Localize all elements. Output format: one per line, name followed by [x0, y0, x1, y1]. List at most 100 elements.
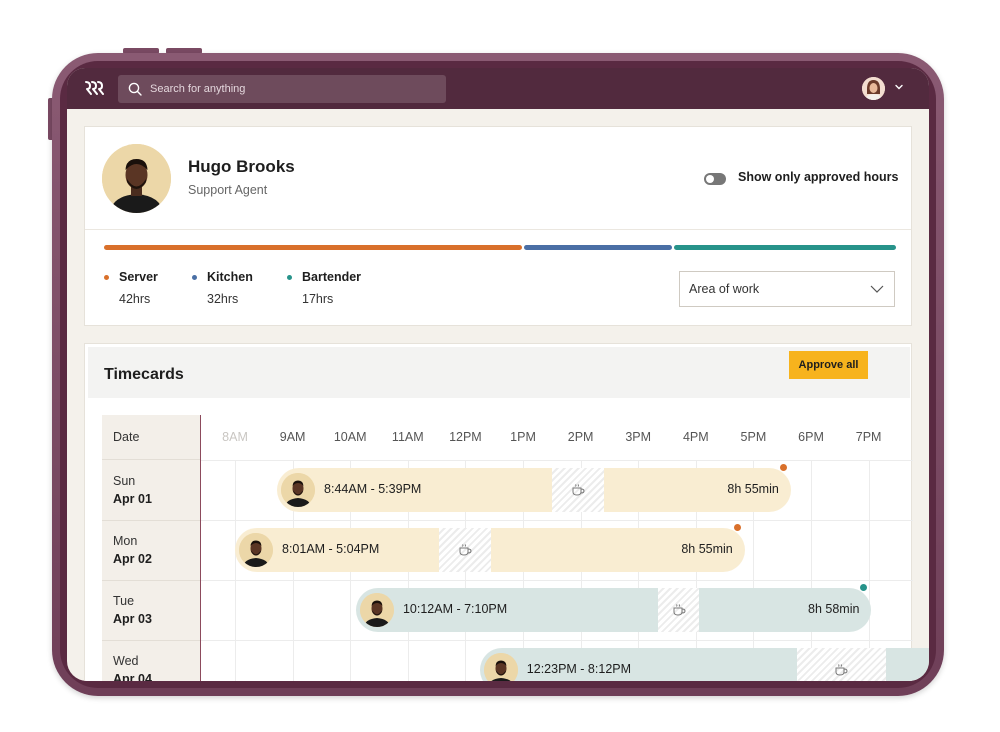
divider: [85, 229, 911, 230]
employee-photo: [483, 653, 518, 681]
hour-label: 2PM: [567, 430, 594, 444]
hour-label: 6PM: [798, 430, 824, 444]
date-row: Tue Apr 03: [102, 581, 200, 641]
top-bar: [67, 68, 929, 109]
coffee-cup-icon: [459, 544, 472, 556]
hour-label: 8AM: [222, 430, 248, 444]
timecard-shift[interactable]: 12:23PM - 8:12PM: [479, 648, 929, 681]
date-header-label: Date: [113, 430, 140, 444]
hour-label: 7PM: [855, 430, 882, 444]
shift-timeline: 8AM 9AM 10AM 11AM 12PM 1PM 2PM 3PM 4PM 5PM 6PM 7PM 8…: [201, 415, 929, 681]
date-row: Mon Apr 02: [102, 521, 200, 581]
legend-hours-bartender: 17hrs: [302, 292, 334, 306]
search-bar[interactable]: [118, 75, 446, 103]
shift-duration: 8h 55min: [727, 482, 779, 496]
date-row-date: Apr 03: [113, 612, 152, 626]
legend-label-kitchen: Kitchen: [207, 270, 253, 284]
brand-logo-icon[interactable]: [84, 80, 104, 96]
date-row-day: Wed: [113, 654, 139, 668]
approved-hours-toggle[interactable]: [704, 173, 726, 185]
date-row-day: Mon: [113, 534, 138, 548]
approve-all-button[interactable]: Approve all: [789, 351, 868, 379]
hours-bar-segment-kitchen: [523, 245, 673, 250]
legend-label-server: Server: [119, 270, 158, 284]
employee-avatar: [102, 144, 171, 213]
row-grid-line: [201, 580, 913, 581]
approved-hours-toggle-label: Show only approved hours: [738, 170, 899, 184]
hour-label: 9AM: [279, 430, 306, 444]
shift-time-range: 12:23PM - 8:12PM: [526, 662, 632, 676]
timecards-title: Timecards: [104, 366, 184, 383]
shift-employee-avatar: [239, 533, 273, 567]
shift-time-range: 8:44AM - 5:39PM: [324, 482, 422, 496]
shift-employee-avatar: [281, 473, 316, 507]
shift-break: [796, 648, 886, 681]
date-row-date: Apr 02: [113, 552, 152, 566]
shift-break: [658, 588, 699, 632]
shift-time-range: 8:01AM - 5:04PM: [282, 542, 380, 556]
employee-name: Hugo Brooks: [188, 157, 295, 176]
date-row-day: Tue: [113, 594, 135, 608]
timecard-shift[interactable]: 8:01AM - 5:04PM 8h 55min: [235, 528, 745, 572]
area-of-work-select[interactable]: Area of work: [679, 271, 895, 307]
coffee-cup-icon: [835, 664, 848, 676]
row-grid-line: [201, 520, 913, 521]
timecard-shift[interactable]: 8:44AM - 5:39PM 8h 55min: [277, 468, 791, 512]
shift-duration: 8h 55min: [681, 542, 733, 556]
header-grid-line: [201, 460, 913, 461]
row-grid-line: [201, 640, 913, 641]
date-row-date: Apr 01: [113, 492, 152, 506]
coffee-cup-icon: [673, 604, 686, 616]
shift-break: [551, 468, 604, 512]
hour-label: 3PM: [625, 430, 652, 444]
chevron-down-icon: [870, 285, 884, 293]
legend-dot-kitchen: [192, 275, 197, 280]
timecards-grid: Date Sun Apr 01 Mon Apr 02 Tue Apr 03 Wed Apr 0…: [102, 415, 929, 681]
hour-label: 10AM: [333, 430, 367, 444]
shift-break: [439, 528, 492, 572]
shift-duration: 8h 58min: [808, 602, 860, 616]
user-avatar[interactable]: [862, 77, 885, 100]
employee-role: Support Agent: [188, 183, 268, 197]
legend-dot-server: [104, 275, 109, 280]
timecards-header: Timecards Approve all: [88, 347, 910, 398]
timecards-card: Timecards Approve all Date Sun Apr 01 Mon A…: [84, 343, 929, 681]
date-row: Sun Apr 01: [102, 461, 200, 521]
date-row-date: Apr 04: [113, 672, 152, 681]
hour-label: 1PM: [510, 430, 536, 444]
employee-summary-card: Hugo Brooks Support Agent Show only appr…: [84, 126, 912, 326]
hour-label: 5PM: [740, 430, 767, 444]
legend-hours-server: 42hrs: [119, 292, 151, 306]
date-column-header: Date: [102, 415, 200, 460]
employee-photo: [281, 473, 316, 507]
employee-photo: [102, 144, 171, 213]
hours-bar-segment-bartender: [674, 245, 896, 250]
hour-grid-line: [235, 460, 236, 681]
employee-photo: [239, 533, 273, 567]
area-of-work-select-value: Area of work: [689, 282, 760, 296]
legend-hours-kitchen: 32hrs: [207, 292, 239, 306]
shift-time-range: 10:12AM - 7:10PM: [402, 602, 508, 616]
employee-photo: [359, 593, 394, 627]
legend-dot-bartender: [287, 275, 292, 280]
coffee-cup-icon: [572, 484, 585, 496]
hour-label: 11AM: [391, 430, 424, 444]
date-row: Wed Apr 04: [102, 641, 200, 681]
hour-label: 12PM: [449, 430, 482, 444]
date-column: Date Sun Apr 01 Mon Apr 02 Tue Apr 03 Wed Apr 0…: [102, 415, 200, 681]
hour-label: 4PM: [682, 430, 709, 444]
shift-employee-avatar: [359, 593, 394, 627]
shift-status-dot: [860, 584, 868, 591]
legend-label-bartender: Bartender: [302, 270, 362, 284]
chevron-down-icon[interactable]: [894, 82, 904, 92]
search-input[interactable]: [150, 83, 430, 95]
shift-status-dot: [733, 524, 741, 531]
shift-status-dot: [779, 464, 787, 471]
user-avatar-image: [862, 77, 885, 100]
app-screen: Hugo Brooks Support Agent Show only appr…: [67, 68, 929, 681]
shift-employee-avatar: [483, 653, 518, 681]
hours-bar-segment-server: [104, 245, 522, 250]
date-row-day: Sun: [113, 474, 136, 488]
timecard-shift[interactable]: 10:12AM - 7:10PM 8h 58min: [355, 588, 872, 632]
search-icon: [128, 82, 142, 96]
